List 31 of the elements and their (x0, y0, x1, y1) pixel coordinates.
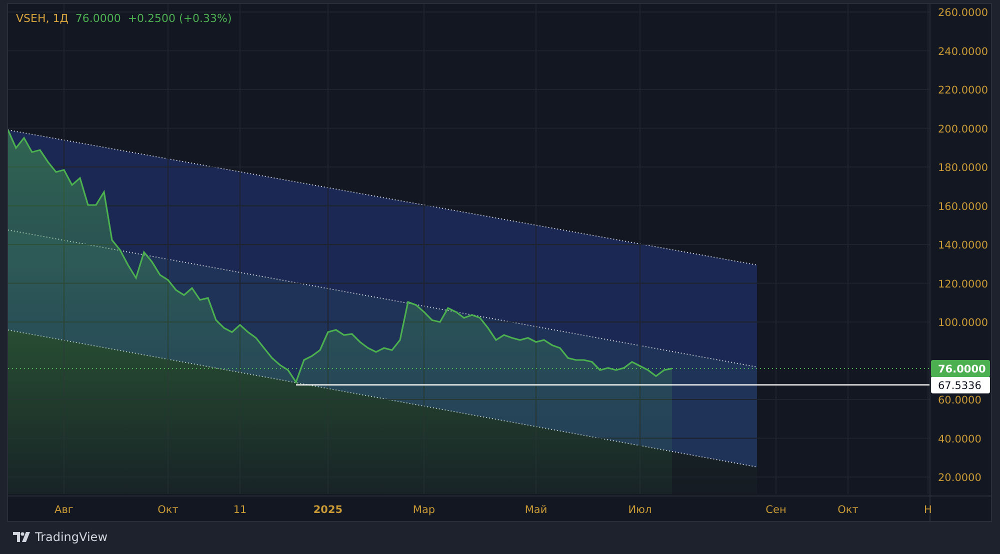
axis-label: 20.0000 (938, 472, 982, 484)
ref-line-label: 67.5336 (938, 380, 982, 392)
axis-label: Н (924, 504, 932, 516)
axis-label: Сен (766, 504, 786, 516)
axis-label: 220.0000 (938, 84, 988, 96)
price-tag: 76.0000 (931, 360, 990, 377)
symbol-label: VSEH, 1Д (16, 12, 68, 25)
axis-label: Июл (628, 504, 652, 516)
axis-label: Окт (158, 504, 178, 516)
brand-name: TradingView (35, 530, 108, 544)
axis-label: Окт (838, 504, 858, 516)
axis-label: 120.0000 (938, 278, 988, 290)
axis-label: 180.0000 (938, 162, 988, 174)
axis-label: 40.0000 (938, 433, 982, 446)
ref-line-label: 76.0000 (938, 364, 986, 376)
axis-label: 140.0000 (938, 240, 988, 252)
change-value: +0.2500 (+0.33%) (128, 12, 232, 25)
axis-label: Мар (412, 504, 436, 516)
axis-label: 200.0000 (938, 123, 988, 136)
axis-label: 100.0000 (938, 317, 988, 329)
axis-label: 240.0000 (938, 46, 988, 58)
price-value: 76.0000 (75, 12, 121, 25)
axis-label: 160.0000 (938, 200, 988, 213)
axis-label: Авг (54, 504, 74, 516)
axis-label: Май (524, 504, 548, 516)
axis-label: 11 (233, 504, 247, 516)
axis-label: 60.0000 (938, 394, 982, 406)
axis-label: 2025 (313, 504, 343, 516)
price-tag: 67.5336 (931, 376, 990, 394)
logo-icon (13, 532, 31, 542)
axis-label: 260.0000 (938, 7, 988, 19)
